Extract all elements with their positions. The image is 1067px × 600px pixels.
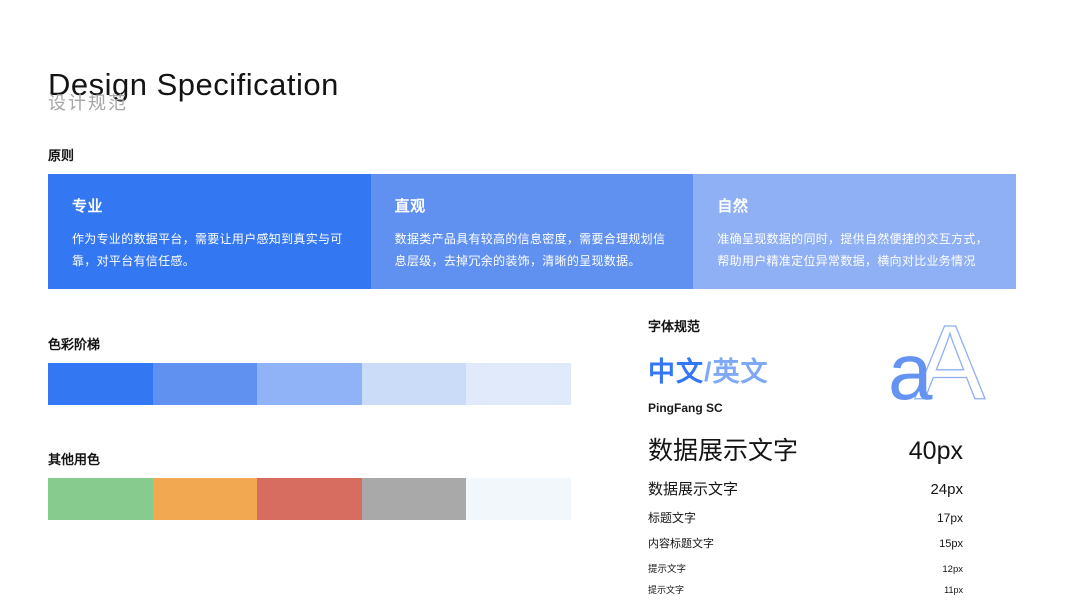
design-spec-page: Design Specification 设计规范 原则 专业 作为专业的数据平…	[0, 0, 1067, 600]
size-row: 内容标题文字 15px	[648, 535, 963, 551]
size-row: 提示文字 11px	[648, 583, 963, 596]
size-row-value: 12px	[942, 564, 963, 575]
size-row-label: 标题文字	[648, 511, 697, 525]
language-primary: 中文	[648, 357, 704, 387]
size-row-label: 内容标题文字	[648, 538, 714, 550]
principle-card-body: 作为专业的数据平台，需要让用户感知到真实与可靠，对平台有信任感。	[72, 232, 343, 268]
other-swatch-light	[466, 478, 571, 520]
other-swatch-orange	[152, 478, 258, 520]
principle-card-title: 专业	[72, 198, 104, 215]
ramp-swatch-5	[466, 363, 571, 405]
principles-cards: 专业 作为专业的数据平台，需要让用户感知到真实与可靠，对平台有信任感。 直观 数…	[48, 174, 1017, 289]
principle-card-title: 自然	[717, 198, 749, 215]
size-row-value: 15px	[939, 538, 963, 550]
principles-label: 原则	[48, 148, 75, 163]
principle-card-title: 直观	[394, 198, 426, 215]
size-row: 数据展示文字 24px	[648, 478, 963, 499]
ramp-swatch-1	[48, 363, 153, 405]
size-row-value: 24px	[930, 481, 963, 498]
ramp-swatch-2	[152, 363, 258, 405]
principle-card-body: 准确呈现数据的同时，提供自然便捷的交互方式，帮助用户精准定位异常数据，横向对比业…	[717, 232, 988, 268]
color-ramp-label: 色彩阶梯	[48, 337, 101, 352]
ramp-swatch-4	[361, 363, 467, 405]
font-size-list: 数据展示文字 40px 数据展示文字 24px 标题文字 17px 内容标题文字…	[648, 431, 963, 600]
principle-card-natural: 自然 准确呈现数据的同时，提供自然便捷的交互方式，帮助用户精准定位异常数据，横向…	[693, 174, 1017, 289]
other-colors-label: 其他用色	[48, 452, 101, 467]
size-row-value: 17px	[936, 511, 963, 525]
principle-card-body: 数据类产品具有较高的信息密度，需要合理规划信息层级，去掉冗余的装饰，清晰的呈现数…	[394, 232, 666, 268]
size-row: 提示文字 12px	[648, 561, 963, 575]
size-row-label: 提示文字	[648, 564, 687, 575]
page-subtitle: 设计规范	[48, 93, 128, 113]
size-row-label: 数据展示文字	[648, 481, 739, 498]
size-row: 数据展示文字 40px	[648, 431, 963, 467]
font-specimen: a A	[888, 309, 986, 416]
size-row-value: 40px	[908, 437, 963, 465]
language-secondary: /英文	[704, 357, 769, 387]
color-ramp-row	[48, 363, 571, 405]
other-colors-row	[48, 478, 571, 520]
size-row-label: 数据展示文字	[648, 437, 799, 465]
typography-section: 字体规范 中文/英文 PingFang SC a A 数据展示文字 40px 数…	[648, 309, 986, 600]
other-swatch-gray	[361, 478, 467, 520]
size-row: 标题文字 17px	[648, 509, 963, 526]
size-row-label: 提示文字	[648, 585, 685, 595]
other-swatch-red	[257, 478, 362, 520]
specimen-lowercase-a: a	[888, 327, 933, 416]
size-row-value: 11px	[944, 585, 963, 595]
principle-card-intuitive: 直观 数据类产品具有较高的信息密度，需要合理规划信息层级，去掉冗余的装饰，清晰的…	[370, 174, 694, 289]
principle-card-professional: 专业 作为专业的数据平台，需要让用户感知到真实与可靠，对平台有信任感。	[48, 174, 371, 289]
ramp-swatch-3	[257, 363, 362, 405]
other-swatch-green	[48, 478, 153, 520]
